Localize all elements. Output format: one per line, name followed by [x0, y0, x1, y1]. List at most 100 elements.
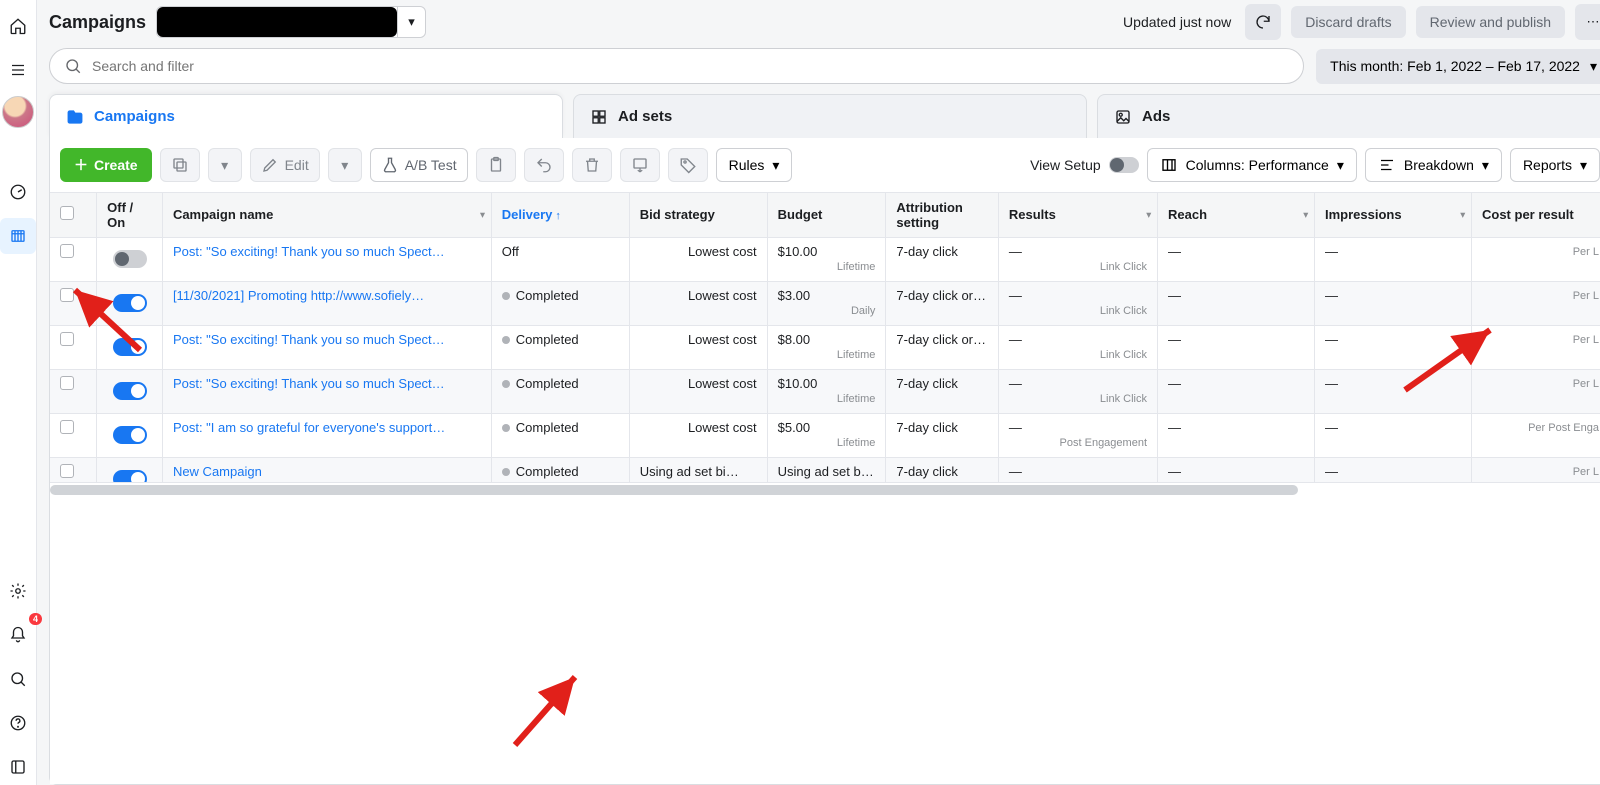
- menu-icon[interactable]: [0, 52, 36, 88]
- table-row: Post: "So exciting! Thank you so much Sp…: [50, 369, 1600, 413]
- table-row: Post: "I am so grateful for everyone's s…: [50, 413, 1600, 457]
- col-budget[interactable]: Budget: [767, 193, 886, 237]
- search-input-wrapper[interactable]: [49, 48, 1304, 84]
- row-attr: 7-day click: [886, 369, 998, 413]
- row-checkbox[interactable]: [50, 369, 97, 413]
- undo-button[interactable]: [524, 148, 564, 182]
- row-toggle[interactable]: [97, 281, 163, 325]
- nav-search-icon[interactable]: [0, 661, 36, 697]
- rules-button[interactable]: Rules ▾: [716, 148, 793, 182]
- tab-ads[interactable]: Ads: [1097, 94, 1600, 138]
- tag-button[interactable]: [668, 148, 708, 182]
- col-bid[interactable]: Bid strategy: [629, 193, 767, 237]
- col-label: Impressions: [1325, 207, 1402, 222]
- review-publish-button[interactable]: Review and publish: [1416, 6, 1565, 38]
- row-reach: —: [1158, 325, 1315, 369]
- row-checkbox[interactable]: [50, 281, 97, 325]
- row-cost: Per L: [1472, 457, 1600, 482]
- tool-row: ＋ Create ▾ Edit ▾ A/B Test Rules ▾ View …: [50, 138, 1600, 193]
- col-label: Campaign name: [173, 207, 273, 222]
- row-name[interactable]: Post: "So exciting! Thank you so much Sp…: [162, 369, 491, 413]
- col-checkbox[interactable]: [50, 193, 97, 237]
- page-title: Campaigns: [49, 12, 146, 33]
- col-results[interactable]: Results▾: [998, 193, 1157, 237]
- edit-dropdown[interactable]: ▾: [328, 148, 362, 182]
- settings-icon[interactable]: [0, 573, 36, 609]
- delete-button[interactable]: [572, 148, 612, 182]
- row-results: —Link Click: [998, 281, 1157, 325]
- tab-campaigns[interactable]: Campaigns: [49, 94, 563, 138]
- row-checkbox[interactable]: [50, 237, 97, 281]
- export-button[interactable]: [620, 148, 660, 182]
- edit-button[interactable]: Edit: [250, 148, 320, 182]
- caret-down-icon: ▾: [397, 7, 425, 37]
- col-impressions[interactable]: Impressions▾: [1315, 193, 1472, 237]
- folder-icon: [66, 108, 84, 126]
- help-icon[interactable]: [0, 705, 36, 741]
- row-checkbox[interactable]: [50, 325, 97, 369]
- row-toggle[interactable]: [97, 325, 163, 369]
- row-toggle[interactable]: [97, 413, 163, 457]
- abtest-button[interactable]: A/B Test: [370, 148, 468, 182]
- row-budget: $10.00Lifetime: [767, 237, 886, 281]
- search-input[interactable]: [92, 58, 1289, 74]
- clipboard-button[interactable]: [476, 148, 516, 182]
- row-bid: Lowest cost: [629, 237, 767, 281]
- col-delivery[interactable]: Delivery↑: [491, 193, 629, 237]
- row-results: —Link Click: [998, 237, 1157, 281]
- date-range-label: This month: Feb 1, 2022 – Feb 17, 2022: [1330, 58, 1580, 74]
- row-name[interactable]: New Campaign: [162, 457, 491, 482]
- row-budget: $8.00Lifetime: [767, 325, 886, 369]
- date-range-button[interactable]: This month: Feb 1, 2022 – Feb 17, 2022 ▾: [1316, 49, 1600, 84]
- row-toggle[interactable]: [97, 369, 163, 413]
- trash-icon: [583, 156, 601, 174]
- ads-manager-icon[interactable]: [0, 218, 36, 254]
- row-name[interactable]: Post: "So exciting! Thank you so much Sp…: [162, 325, 491, 369]
- row-toggle[interactable]: [97, 457, 163, 482]
- row-name[interactable]: [11/30/2021] Promoting http://www.sofiel…: [162, 281, 491, 325]
- tab-label: Ads: [1142, 108, 1170, 125]
- col-attr[interactable]: Attribution setting: [886, 193, 998, 237]
- col-cost[interactable]: Cost per result: [1472, 193, 1600, 237]
- row-name[interactable]: Post: "I am so grateful for everyone's s…: [162, 413, 491, 457]
- horizontal-scrollbar[interactable]: [50, 482, 1600, 496]
- more-menu-button[interactable]: ⋯: [1575, 4, 1600, 40]
- account-selector[interactable]: ▾: [156, 6, 426, 38]
- row-cost: Per L: [1472, 237, 1600, 281]
- row-checkbox[interactable]: [50, 413, 97, 457]
- columns-label: Columns: Performance: [1186, 157, 1329, 173]
- duplicate-button[interactable]: [160, 148, 200, 182]
- notifications-icon[interactable]: [0, 617, 36, 653]
- row-cost: Per L: [1472, 369, 1600, 413]
- columns-button[interactable]: Columns: Performance ▾: [1147, 148, 1357, 182]
- row-bid: Lowest cost: [629, 325, 767, 369]
- discard-drafts-button[interactable]: Discard drafts: [1291, 6, 1405, 38]
- breakdown-button[interactable]: Breakdown ▾: [1365, 148, 1502, 182]
- tag-icon: [679, 156, 697, 174]
- user-avatar[interactable]: [2, 96, 34, 128]
- collapse-icon[interactable]: [0, 749, 36, 785]
- tab-label: Campaigns: [94, 108, 175, 125]
- clipboard-icon: [487, 156, 505, 174]
- duplicate-dropdown[interactable]: ▾: [208, 148, 242, 182]
- search-row: This month: Feb 1, 2022 – Feb 17, 2022 ▾: [37, 44, 1600, 94]
- row-cost: Per L: [1472, 281, 1600, 325]
- home-icon[interactable]: [0, 8, 36, 44]
- create-button[interactable]: ＋ Create: [60, 148, 152, 182]
- row-checkbox[interactable]: [50, 457, 97, 482]
- row-toggle[interactable]: [97, 237, 163, 281]
- col-offon[interactable]: Off / On: [97, 193, 163, 237]
- col-reach[interactable]: Reach▾: [1158, 193, 1315, 237]
- row-delivery: Completed: [491, 413, 629, 457]
- col-name[interactable]: Campaign name▾: [162, 193, 491, 237]
- table-scroll-wrapper[interactable]: Off / On Campaign name▾ Delivery↑ Bid st…: [50, 193, 1600, 482]
- row-imp: —: [1315, 457, 1472, 482]
- reports-button[interactable]: Reports ▾: [1510, 148, 1600, 182]
- row-budget: $5.00Lifetime: [767, 413, 886, 457]
- row-name[interactable]: Post: "So exciting! Thank you so much Sp…: [162, 237, 491, 281]
- refresh-button[interactable]: [1245, 4, 1281, 40]
- row-attr: 7-day click: [886, 457, 998, 482]
- gauge-icon[interactable]: [0, 174, 36, 210]
- tab-adsets[interactable]: Ad sets: [573, 94, 1087, 138]
- view-setup-toggle[interactable]: View Setup: [1030, 157, 1139, 173]
